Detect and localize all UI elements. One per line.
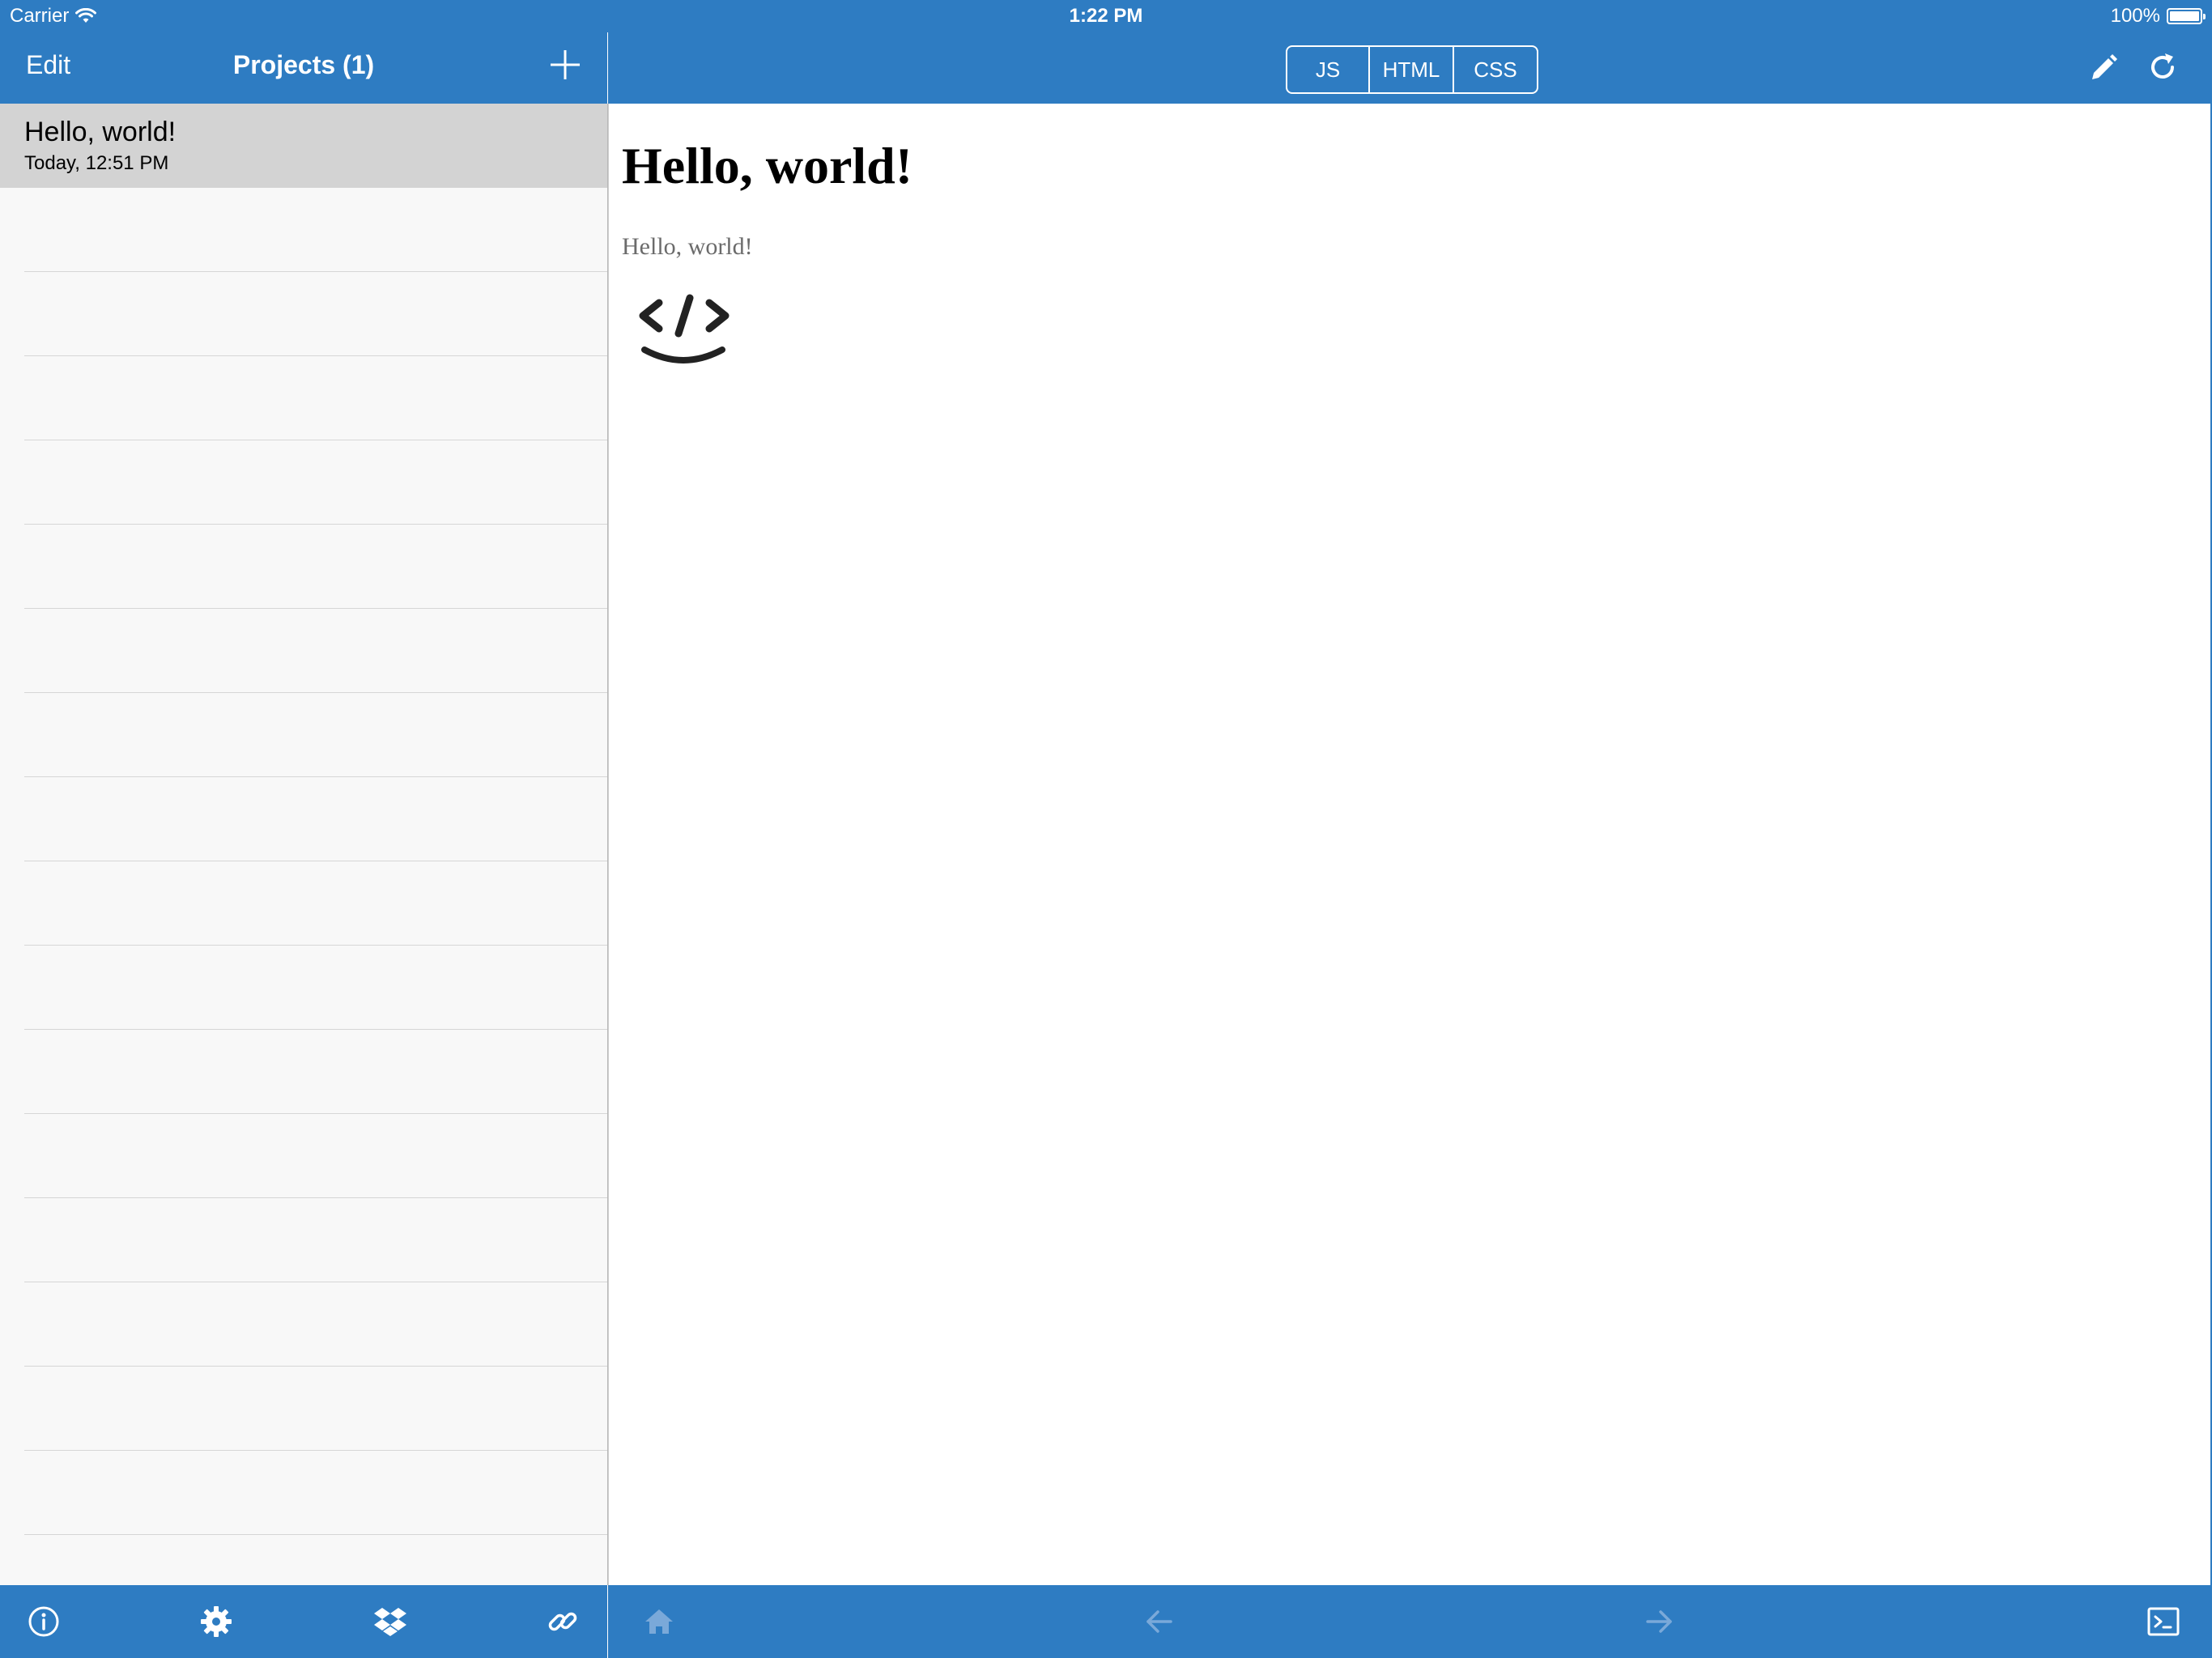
- list-separator: [24, 1029, 607, 1030]
- pencil-icon[interactable]: [2086, 50, 2121, 86]
- battery-indicator: 100%: [2110, 5, 2206, 28]
- projects-nav-bar: Edit Projects (1): [0, 32, 607, 104]
- preview-toolbar: [608, 1585, 2212, 1658]
- list-separator: [24, 355, 607, 356]
- list-separator: [24, 608, 607, 609]
- project-row[interactable]: Hello, world! Today, 12:51 PM: [0, 104, 607, 188]
- editor-mode-segmented-control: JS HTML CSS: [1286, 45, 1538, 94]
- segment-html[interactable]: HTML: [1370, 47, 1454, 92]
- projects-toolbar: [0, 1585, 607, 1658]
- list-separator: [24, 1113, 607, 1114]
- list-separator: [24, 271, 607, 272]
- list-separator: [24, 692, 607, 693]
- app-screen: Carrier 1:22 PM 100% Edit Projects (1) J…: [0, 0, 2212, 1658]
- battery-icon: [2167, 8, 2206, 24]
- list-separator: [24, 1534, 607, 1535]
- link-icon[interactable]: [544, 1603, 581, 1640]
- back-arrow-icon[interactable]: [1141, 1603, 1178, 1640]
- segment-css[interactable]: CSS: [1454, 47, 1537, 92]
- gear-icon[interactable]: [198, 1603, 235, 1640]
- info-icon[interactable]: [25, 1603, 62, 1640]
- editor-nav-bar: JS HTML CSS: [608, 32, 2212, 104]
- console-icon[interactable]: [2145, 1603, 2182, 1640]
- list-separator: [24, 524, 607, 525]
- projects-list: Hello, world! Today, 12:51 PM: [0, 104, 608, 1585]
- status-time: 1:22 PM: [1069, 5, 1143, 27]
- forward-arrow-icon[interactable]: [1640, 1603, 1678, 1640]
- list-separator: [24, 1197, 607, 1198]
- home-icon[interactable]: [640, 1603, 678, 1640]
- refresh-icon[interactable]: [2146, 50, 2180, 84]
- preview-pane: Hello, world! Hello, world!: [608, 104, 2212, 1585]
- plus-icon[interactable]: [547, 47, 583, 83]
- list-separator: [24, 1366, 607, 1367]
- project-date: Today, 12:51 PM: [24, 152, 169, 174]
- segment-js[interactable]: JS: [1287, 47, 1370, 92]
- projects-title: Projects (1): [232, 50, 375, 79]
- dropbox-icon[interactable]: [372, 1603, 409, 1640]
- list-separator: [24, 945, 607, 946]
- list-separator: [24, 776, 607, 777]
- battery-percent: 100%: [2110, 5, 2160, 27]
- status-bar: Carrier 1:22 PM 100%: [0, 0, 2212, 32]
- project-name: Hello, world!: [24, 117, 177, 147]
- list-separator: [24, 1450, 607, 1451]
- preview-heading: Hello, world!: [622, 137, 913, 194]
- code-smile-icon: [639, 294, 730, 363]
- preview-paragraph: Hello, world!: [622, 233, 753, 260]
